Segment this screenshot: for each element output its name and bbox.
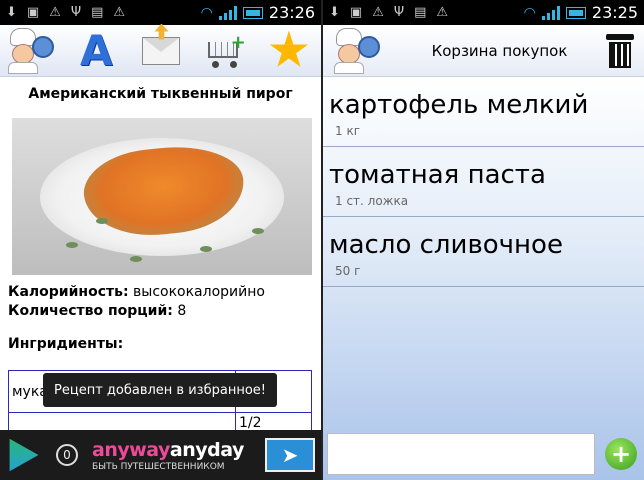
clock: 23:26 <box>268 3 315 22</box>
dual-screen: ⬇ ▣ ⚠ Ψ ▤ ⚠ ◠ 23:26 A + Американский тык… <box>0 0 644 480</box>
item-amount: 1 ст. ложка <box>335 194 409 208</box>
recipe-content: Американский тыквенный пирог Калорийност… <box>0 78 321 480</box>
usb-icon: Ψ <box>393 5 405 20</box>
calories-label: Калорийность: <box>8 284 129 300</box>
favorite-star-icon <box>269 30 309 67</box>
item-name: масло сливочное <box>329 230 563 260</box>
battery-icon <box>565 6 586 19</box>
item-amount: 1 кг <box>335 124 361 138</box>
bag-icon: ▤ <box>414 5 427 20</box>
signal-icon <box>541 5 560 20</box>
download-icon: ⬇ <box>6 5 17 20</box>
ad-choices-icon[interactable]: 0 <box>56 444 78 466</box>
warning-icon: ⚠ <box>372 5 384 20</box>
cart-list: картофель мелкий 1 кг томатная паста 1 с… <box>323 77 644 287</box>
notification-icons: ⬇ ▣ ⚠ Ψ ▤ ⚠ <box>329 5 448 20</box>
plus-icon: + <box>610 440 632 468</box>
recipe-toolbar: A + <box>0 23 321 77</box>
bag-icon: ▤ <box>91 5 104 20</box>
list-item[interactable]: масло сливочное 50 г <box>323 217 644 287</box>
ad-brand-name: anywayanyday <box>92 438 244 461</box>
ad-brand: anywayanyday БЫТЬ ПУТЕШЕСТВЕННИКОМ <box>92 439 244 472</box>
play-store-icon <box>9 438 39 472</box>
app-logo[interactable] <box>0 25 64 76</box>
warning-icon: ⚠ <box>113 5 126 20</box>
app-logo[interactable] <box>323 25 393 76</box>
servings-label: Количество порций: <box>8 303 173 319</box>
item-amount: 50 г <box>335 264 361 278</box>
recipe-info: Калорийность: высококалорийно Количество… <box>8 283 265 321</box>
add-item-input[interactable] <box>327 433 595 475</box>
trash-icon <box>606 33 634 40</box>
font-size-icon: A <box>80 25 113 75</box>
warning-icon: ⚠ <box>49 5 61 20</box>
calories-row: Калорийность: высококалорийно <box>8 283 265 302</box>
share-button[interactable] <box>128 23 192 76</box>
add-to-cart-button[interactable]: + <box>193 25 257 76</box>
ad-banner[interactable]: 0 anywayanyday БЫТЬ ПУТЕШЕСТВЕННИКОМ ➤ <box>0 430 321 480</box>
list-item[interactable]: томатная паста 1 ст. ложка <box>323 147 644 217</box>
recipe-screen: ⬇ ▣ ⚠ Ψ ▤ ⚠ ◠ 23:26 A + Американский тык… <box>0 0 321 480</box>
wifi-icon: ◠ <box>200 4 213 21</box>
page-title: Корзина покупок <box>431 41 568 60</box>
status-bar: ⬇ ▣ ⚠ Ψ ▤ ⚠ ◠ 23:26 <box>0 0 321 25</box>
font-size-button[interactable]: A <box>64 25 128 76</box>
usb-icon: Ψ <box>70 5 82 20</box>
ad-go-button[interactable]: ➤ <box>265 438 315 472</box>
chef-logo-icon <box>4 27 60 74</box>
toast-message: Рецепт добавлен в избранное! <box>43 373 277 407</box>
storage-icon: ▣ <box>26 5 40 20</box>
battery-icon <box>242 6 263 19</box>
arrow-right-icon: ➤ <box>281 443 299 467</box>
storage-icon: ▣ <box>349 5 363 20</box>
cart-header: Корзина покупок <box>323 25 644 77</box>
signal-icon <box>218 5 237 20</box>
servings-value: 8 <box>177 303 187 319</box>
list-item[interactable]: картофель мелкий 1 кг <box>323 77 644 147</box>
recipe-title: Американский тыквенный пирог <box>28 86 293 102</box>
add-to-cart-icon: + <box>204 32 246 68</box>
notification-icons: ⬇ ▣ ⚠ Ψ ▤ ⚠ <box>6 5 125 20</box>
chef-logo-icon <box>330 27 386 74</box>
add-item-row: + <box>323 428 644 480</box>
clock: 23:25 <box>591 3 638 22</box>
add-item-button[interactable]: + <box>605 438 637 470</box>
warning-icon: ⚠ <box>436 5 449 20</box>
clear-cart-button[interactable] <box>606 33 634 68</box>
ingredients-heading: Ингридиенты: <box>8 336 124 352</box>
item-name: томатная паста <box>329 160 546 190</box>
favorite-button[interactable] <box>257 25 321 76</box>
recipe-photo <box>12 118 312 275</box>
download-icon: ⬇ <box>329 5 340 20</box>
servings-row: Количество порций: 8 <box>8 302 265 321</box>
share-mail-icon <box>141 23 180 65</box>
shopping-cart-screen: ⬇ ▣ ⚠ Ψ ▤ ⚠ ◠ 23:25 Корзина покупок карт… <box>323 0 644 480</box>
status-bar: ⬇ ▣ ⚠ Ψ ▤ ⚠ ◠ 23:25 <box>323 0 644 25</box>
ad-tagline: БЫТЬ ПУТЕШЕСТВЕННИКОМ <box>92 461 225 472</box>
item-name: картофель мелкий <box>329 90 589 120</box>
wifi-icon: ◠ <box>523 4 536 21</box>
calories-value: высококалорийно <box>133 284 265 300</box>
